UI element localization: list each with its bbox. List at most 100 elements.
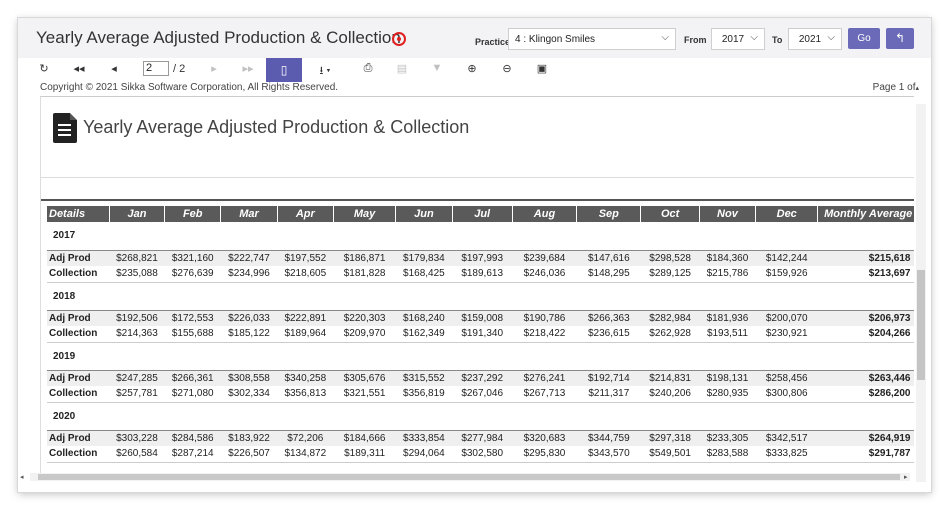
table-cell: $218,422	[512, 326, 577, 343]
table-cell: $260,584	[109, 446, 165, 463]
document-view-button[interactable]: ▯	[266, 58, 302, 82]
refresh-icon[interactable]: ↻	[36, 62, 52, 75]
table-cell: $321,551	[333, 386, 396, 403]
table-cell: $282,984	[640, 310, 700, 326]
row-label: Adj Prod	[47, 310, 110, 326]
table-cell: $189,311	[333, 446, 396, 463]
table-cell: $271,080	[164, 386, 221, 403]
column-header: Aug	[512, 206, 578, 222]
table-cell: $240,206	[640, 386, 700, 403]
table-cell: $172,553	[164, 310, 221, 326]
table-cell: $237,292	[452, 370, 513, 386]
table-cell: $343,570	[576, 446, 641, 463]
target-icon[interactable]	[392, 32, 406, 46]
column-header: Jul	[452, 206, 513, 222]
table-cell: $300,806	[755, 386, 818, 403]
table-cell: $344,759	[576, 430, 641, 446]
report-title: Yearly Average Adjusted Production & Col…	[83, 117, 470, 137]
column-header: Nov	[699, 206, 757, 222]
previous-page-icon[interactable]: ◂	[106, 62, 122, 75]
table-cell: $267,713	[512, 386, 577, 403]
table-cell: $333,854	[395, 430, 453, 446]
page-number-input[interactable]: 2	[143, 61, 169, 76]
table-cell: $268,821	[109, 250, 165, 266]
page-of-text: Page 1 of▴	[873, 82, 919, 93]
zoom-in-icon[interactable]: ⊕	[464, 62, 480, 75]
full-screen-icon[interactable]: ▣	[534, 62, 550, 75]
practice-value: 4 : Klingon Smiles	[515, 34, 596, 45]
table-cell: $159,926	[755, 266, 818, 283]
scroll-right-icon[interactable]: ▸	[904, 473, 908, 481]
first-page-icon[interactable]: ◂◂	[71, 62, 87, 75]
table-cell: $214,831	[640, 370, 700, 386]
table-cell: $321,160	[164, 250, 221, 266]
table-cell: $356,819	[395, 386, 453, 403]
report-table: Details Jan Feb Mar Apr May Jun Jul Aug Sep Oct Nov…	[47, 206, 914, 463]
row-label: Adj Prod	[47, 430, 110, 446]
table-cell: $340,258	[277, 370, 334, 386]
last-page-icon[interactable]: ▸▸	[240, 62, 256, 75]
table-cell: $226,507	[220, 446, 278, 463]
table-cell: $262,928	[640, 326, 700, 343]
table-cell: $257,781	[109, 386, 165, 403]
monthly-average-cell: $213,697	[817, 266, 914, 283]
chevron-down-icon: ⌵	[661, 32, 669, 43]
column-header: Monthly Average	[817, 206, 914, 222]
table-cell: $302,334	[220, 386, 278, 403]
from-year-select[interactable]: 2017 ⌵	[711, 28, 765, 50]
table-cell: $191,340	[452, 326, 513, 343]
table-cell: $211,317	[576, 386, 641, 403]
to-year-value: 2021	[798, 34, 822, 45]
table-cell: $226,033	[220, 310, 278, 326]
table-cell: $235,088	[109, 266, 165, 283]
print-icon[interactable]: ⎙	[360, 62, 376, 75]
table-row: Collection $214,363 $155,688 $185,122 $189,9…	[47, 326, 914, 343]
monthly-average-cell: $291,787	[817, 446, 914, 463]
monthly-average-cell: $204,266	[817, 326, 914, 343]
table-body: 2017 Adj Prod $268,821 $321,160 $222,747 $197…	[47, 222, 914, 463]
zoom-out-icon[interactable]: ⊖	[499, 62, 515, 75]
page-total: / 2	[173, 63, 186, 75]
table-cell: $246,036	[512, 266, 577, 283]
caret-up-icon[interactable]: ▴	[915, 85, 919, 92]
practice-select[interactable]: 4 : Klingon Smiles ⌵	[508, 28, 676, 50]
column-header: Dec	[755, 206, 819, 222]
report-window: Yearly Average Adjusted Production & Col…	[18, 18, 931, 492]
copyright-text: Copyright © 2021 Sikka Software Corporat…	[40, 82, 339, 93]
horizontal-scroll-thumb[interactable]	[38, 474, 900, 480]
table-cell: $320,683	[512, 430, 577, 446]
table-cell: $303,228	[109, 430, 165, 446]
table-cell: $549,501	[640, 446, 700, 463]
table-row: Collection $235,088 $276,639 $234,996 $218,6…	[47, 266, 914, 283]
table-cell: $289,125	[640, 266, 700, 283]
table-cell: $277,984	[452, 430, 513, 446]
table-cell: $295,830	[512, 446, 577, 463]
page-of-label: Page 1 of	[872, 82, 916, 93]
vertical-scroll-thumb[interactable]	[917, 270, 925, 380]
vertical-scrollbar[interactable]	[916, 104, 926, 482]
table-cell: $147,616	[576, 250, 641, 266]
table-cell: $190,786	[512, 310, 577, 326]
row-label: Collection	[47, 326, 110, 343]
table-cell: $294,064	[395, 446, 453, 463]
filter-icon[interactable]: ▼	[429, 62, 445, 74]
chevron-down-icon: ⌵	[827, 32, 835, 43]
back-button[interactable]: ↰	[886, 28, 914, 49]
go-button[interactable]: Go	[848, 28, 880, 49]
table-cell: $215,786	[699, 266, 756, 283]
scroll-left-icon[interactable]: ◂	[20, 473, 24, 481]
to-year-select[interactable]: 2021 ⌵	[788, 28, 842, 50]
column-header: Mar	[220, 206, 278, 222]
practice-label: Practice	[475, 37, 511, 47]
table-cell: $168,240	[395, 310, 453, 326]
table-row: Collection $260,584 $287,214 $226,507 $134,8…	[47, 446, 914, 463]
table-cell: $234,996	[220, 266, 278, 283]
print-layout-icon[interactable]: ▤	[394, 62, 410, 75]
export-icon[interactable]: ⭳ ▾	[312, 62, 338, 81]
divider	[41, 177, 914, 178]
table-cell: $186,871	[333, 250, 396, 266]
horizontal-scrollbar[interactable]: ◂ ▸	[20, 473, 910, 481]
from-year-value: 2017	[721, 34, 745, 45]
next-page-icon[interactable]: ▸	[206, 62, 222, 75]
table-cell: $247,285	[109, 370, 165, 386]
